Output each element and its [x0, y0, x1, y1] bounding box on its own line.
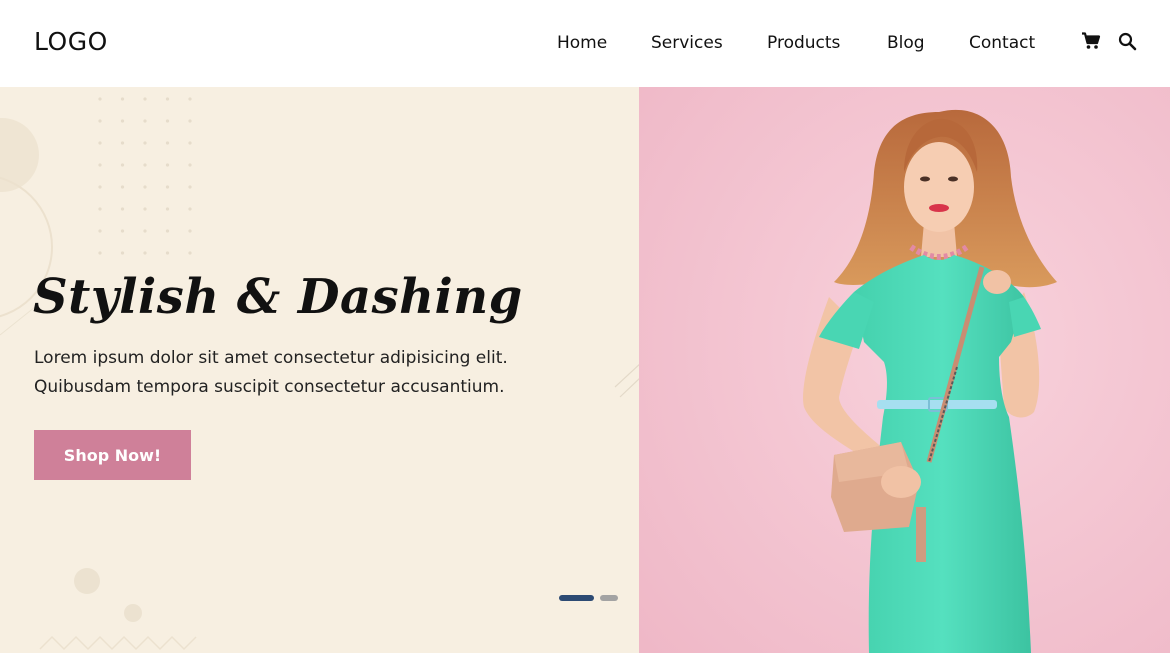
logo[interactable]: LOGO: [34, 27, 108, 56]
nav-item-home[interactable]: Home: [557, 33, 607, 53]
nav-item-contact[interactable]: Contact: [969, 33, 1035, 53]
slider-pagination: [559, 595, 619, 603]
site-header: LOGO Home Services Products Blog Contact: [0, 0, 1170, 87]
hero-text-panel: Stylish & Dashing Lorem ipsum dolor sit …: [0, 87, 639, 653]
hero-model-image: [639, 87, 1170, 653]
nav-item-products[interactable]: Products: [767, 33, 840, 53]
hero-image-panel: [639, 87, 1170, 653]
shop-now-button[interactable]: Shop Now!: [34, 430, 191, 480]
nav-item-services[interactable]: Services: [651, 33, 723, 53]
cart-icon[interactable]: [1081, 32, 1101, 50]
nav-item-blog[interactable]: Blog: [887, 33, 925, 53]
slider-dot-2[interactable]: [600, 595, 618, 601]
hero-description-line-2: Quibusdam tempora suscipit consectetur a…: [34, 377, 505, 397]
search-icon[interactable]: [1118, 32, 1137, 51]
hero-title: Stylish & Dashing: [33, 269, 523, 325]
hero-description-line-1: Lorem ipsum dolor sit amet consectetur a…: [34, 348, 508, 368]
hero-description: Lorem ipsum dolor sit amet consectetur a…: [34, 344, 554, 402]
slider-dot-1[interactable]: [559, 595, 594, 601]
